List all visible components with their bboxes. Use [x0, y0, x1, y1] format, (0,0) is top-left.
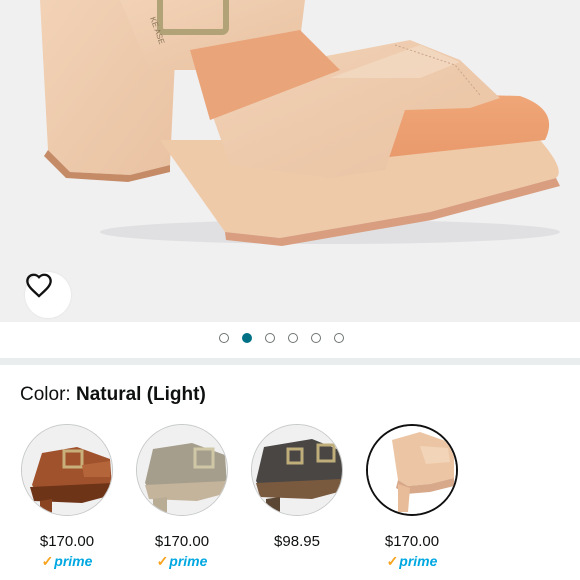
color-swatch-option[interactable]: $98.95 [249, 424, 345, 551]
color-selection-label: Color: Natural (Light) [20, 382, 206, 408]
swatch-image-brown [21, 424, 113, 516]
color-selected-value: Natural (Light) [75, 384, 206, 405]
gallery-pagination [219, 333, 344, 347]
color-swatch-option[interactable]: $170.00 ✓ prime [19, 424, 115, 569]
swatch-image-natural [366, 424, 458, 516]
pagination-dot-2[interactable] [242, 333, 252, 343]
color-label: Color: [20, 384, 76, 405]
color-swatch-option[interactable]: $170.00 ✓ prime [134, 424, 230, 569]
prime-check-icon: ✓ [41, 553, 54, 569]
product-image: KE ASE [40, 0, 560, 246]
prime-badge: ✓ prime [134, 553, 230, 569]
prime-check-icon: ✓ [386, 553, 399, 569]
heart-outline-icon [26, 273, 52, 298]
pagination-dot-3[interactable] [265, 333, 275, 343]
pagination-dot-1[interactable] [219, 333, 229, 343]
pagination-dot-4[interactable] [288, 333, 298, 343]
prime-badge: ✓ prime [364, 553, 460, 569]
add-to-wishlist-button[interactable] [25, 272, 71, 318]
swatch-price: $170.00 [384, 533, 440, 550]
prime-check-icon: ✓ [156, 553, 169, 569]
color-swatch-option-selected[interactable]: $170.00 ✓ prime [364, 424, 460, 569]
prime-badge: ✓ prime [19, 553, 115, 569]
pagination-dot-6[interactable] [334, 333, 344, 343]
section-divider [0, 358, 580, 365]
prime-label: prime [399, 553, 438, 569]
prime-label: prime [54, 553, 93, 569]
swatch-price: $170.00 [39, 533, 95, 550]
prime-label: prime [169, 553, 208, 569]
product-image-gallery[interactable]: KE ASE [0, 0, 580, 322]
pagination-dot-5[interactable] [311, 333, 321, 343]
swatch-image-dark-grey [251, 424, 343, 516]
swatch-price: $170.00 [154, 533, 210, 550]
swatch-price: $98.95 [274, 533, 320, 550]
swatch-image-taupe [136, 424, 228, 516]
